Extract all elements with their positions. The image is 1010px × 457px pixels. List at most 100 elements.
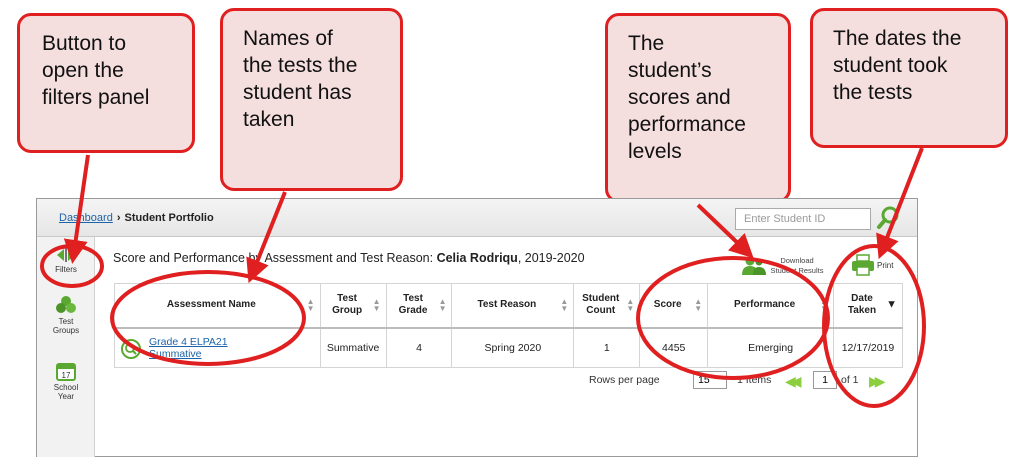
callout-line: student has: [243, 81, 352, 104]
download-student-results-button[interactable]: Download Student Results: [741, 252, 825, 280]
callout-line: scores and: [628, 86, 731, 109]
column-header-label: Student: [582, 293, 620, 305]
rows-per-page-label: Rows per page: [589, 374, 660, 386]
page-total-label: of 1: [841, 374, 859, 386]
column-header-label: Test: [403, 293, 423, 305]
callout-line: the tests: [833, 81, 913, 104]
print-label: Print: [877, 261, 894, 270]
callout-line: the tests the: [243, 54, 358, 77]
header-bar: Dashboard › Student Portfolio: [37, 199, 917, 237]
callout-line: open the: [42, 59, 124, 82]
callout-line: levels: [628, 140, 682, 163]
sort-icon: ▲ ▼: [372, 297, 381, 314]
date-taken-cell: 12/17/2019: [833, 327, 903, 368]
sort-icon: ▲ ▼: [694, 297, 703, 314]
breadcrumb-separator-icon: ›: [116, 212, 121, 224]
student-name: Celia Rodriqu: [436, 251, 518, 265]
column-header-label: Date: [851, 293, 873, 305]
results-title: Score and Performance by Assessment and …: [113, 251, 585, 265]
test-groups-label: Groups: [52, 326, 80, 335]
column-header-performance[interactable]: Performance ▲ ▼: [707, 283, 834, 329]
view-results-magnifier-icon[interactable]: [120, 338, 142, 360]
sort-icon: ▲ ▼: [438, 297, 447, 314]
results-title-prefix: Score and Performance by Assessment and …: [113, 251, 437, 265]
callout-line: The: [628, 32, 665, 55]
assessment-name-line: Grade 4 ELPA21: [149, 335, 228, 348]
column-header-student-count[interactable]: Student Count ▲ ▼: [573, 283, 641, 329]
print-button[interactable]: Print: [851, 254, 901, 280]
column-header-score[interactable]: Score ▲ ▼: [639, 283, 709, 329]
column-header-label: Taken: [847, 305, 877, 317]
callout-filters-button: Button to open the filters panel: [17, 13, 195, 153]
sort-icon: ▲ ▼: [560, 297, 569, 314]
table-header-row: Assessment Name ▲ ▼ Test Group ▲ ▼ Test Gr…: [114, 283, 903, 329]
search-button[interactable]: [875, 204, 903, 232]
download-label: Student Results: [770, 266, 824, 275]
column-header-label: Test: [337, 293, 357, 305]
column-header-test-reason[interactable]: Test Reason ▲ ▼: [451, 283, 575, 329]
sort-icon: ▲ ▼: [626, 297, 635, 314]
test-groups-icon: [56, 296, 76, 313]
column-header-label: Test Reason: [477, 299, 537, 311]
breadcrumb: Dashboard › Student Portfolio: [59, 212, 214, 224]
callout-test-names: Names of the tests the student has taken: [220, 8, 403, 191]
callout-line: performance: [628, 113, 746, 136]
sort-descending-icon: ▼: [886, 298, 897, 311]
callout-scores-performance: The student’s scores and performance lev…: [605, 13, 791, 203]
school-year-label: Year: [57, 392, 75, 401]
callout-line: taken: [243, 108, 295, 131]
column-header-label: Count: [586, 305, 616, 317]
performance-cell: Emerging: [707, 327, 834, 368]
test-grade-cell: 4: [385, 327, 453, 368]
results-table: Assessment Name ▲ ▼ Test Group ▲ ▼ Test Gr…: [114, 283, 903, 368]
callout-line: Names of: [243, 27, 333, 50]
search-icon: [877, 206, 899, 229]
pagination: Rows per page 1 Items ◀◀ of 1 ▶▶: [589, 371, 909, 391]
callout-line: student’s: [628, 59, 712, 82]
sort-icon: ▲ ▼: [820, 297, 828, 314]
previous-page-icon[interactable]: ◀◀: [785, 373, 801, 390]
breadcrumb-dashboard-link[interactable]: Dashboard: [59, 212, 113, 224]
student-count-cell: 1: [573, 327, 641, 368]
column-header-label: Group: [332, 305, 363, 317]
item-count-label: 1 Items: [737, 374, 772, 386]
callout-line: student took: [833, 54, 948, 77]
score-cell: 4455: [639, 327, 709, 368]
test-reason-cell: Spring 2020: [451, 327, 575, 368]
school-year-button[interactable]: 17 School Year: [41, 361, 91, 401]
assessment-name-link[interactable]: Grade 4 ELPA21 Summative: [149, 336, 228, 360]
column-header-label: Assessment Name: [166, 299, 256, 311]
table-row: Grade 4 ELPA21 Summative Summative 4 Spr…: [114, 327, 903, 368]
filters-button[interactable]: Filters: [41, 247, 91, 274]
next-page-icon[interactable]: ▶▶: [869, 373, 885, 390]
test-group-cell: Summative: [319, 327, 387, 368]
callout-test-dates: The dates the student took the tests: [810, 8, 1008, 148]
assessment-cell: Grade 4 ELPA21 Summative: [114, 327, 321, 368]
column-header-label: Grade: [398, 305, 428, 317]
callout-line: Button to: [42, 32, 127, 55]
column-header-date-taken[interactable]: Date Taken ▼: [833, 283, 903, 329]
student-portfolio-window: Dashboard›Student Portfolio Filters: [36, 198, 918, 457]
student-id-input[interactable]: [735, 208, 871, 230]
sort-icon: ▲ ▼: [306, 297, 315, 314]
calendar-day: 17: [62, 371, 71, 380]
column-header-test-grade[interactable]: Test Grade ▲ ▼: [385, 283, 453, 329]
download-people-icon: [742, 256, 766, 275]
page-number-input[interactable]: [813, 371, 837, 389]
test-groups-button[interactable]: Test Groups: [41, 295, 91, 335]
filters-toggle-icon: [57, 248, 75, 262]
assessment-name-line: Summative: [149, 347, 202, 360]
results-title-suffix: , 2019-2020: [517, 251, 585, 265]
rows-per-page-input[interactable]: [693, 371, 727, 389]
download-label: Download: [780, 256, 814, 265]
column-header-label: Performance: [734, 299, 796, 311]
callout-line: The dates the: [833, 27, 962, 50]
tool-rail: Filters Test Groups 17 School Year: [37, 237, 95, 457]
printer-icon: [852, 254, 874, 276]
calendar-icon: 17: [56, 363, 76, 381]
test-groups-label: Test: [58, 317, 74, 326]
column-header-assessment[interactable]: Assessment Name ▲ ▼: [114, 283, 321, 329]
breadcrumb-current: Student Portfolio: [124, 212, 214, 224]
column-header-label: Score: [653, 299, 682, 311]
column-header-test-group[interactable]: Test Group ▲ ▼: [319, 283, 387, 329]
